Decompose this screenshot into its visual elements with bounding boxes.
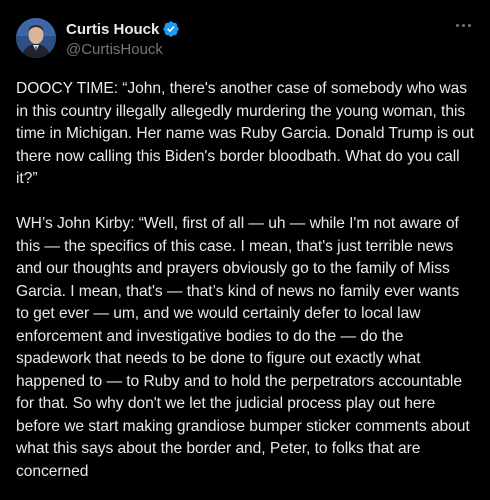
tweet-paragraph-question: DOOCY TIME: “John, there's another case …: [16, 80, 474, 187]
more-options-icon[interactable]: [452, 14, 474, 36]
dot: [455, 23, 459, 27]
tweet-card: Curtis Houck @CurtisHouck DOOCY TIME: “J…: [0, 0, 490, 500]
tweet-text: DOOCY TIME: “John, there's another case …: [16, 78, 474, 483]
author-display-name[interactable]: Curtis Houck: [66, 21, 159, 38]
avatar[interactable]: [16, 18, 56, 58]
author-info: Curtis Houck @CurtisHouck: [66, 19, 180, 58]
tweet-header: Curtis Houck @CurtisHouck: [16, 12, 474, 64]
dot: [461, 23, 465, 27]
name-row: Curtis Houck: [66, 19, 180, 39]
avatar-portrait-icon: [16, 18, 56, 58]
author-handle[interactable]: @CurtisHouck: [66, 41, 180, 58]
verified-badge-icon[interactable]: [162, 20, 180, 38]
dot: [467, 23, 471, 27]
tweet-paragraph-answer: WH’s John Kirby: “Well, first of all — u…: [16, 215, 470, 480]
